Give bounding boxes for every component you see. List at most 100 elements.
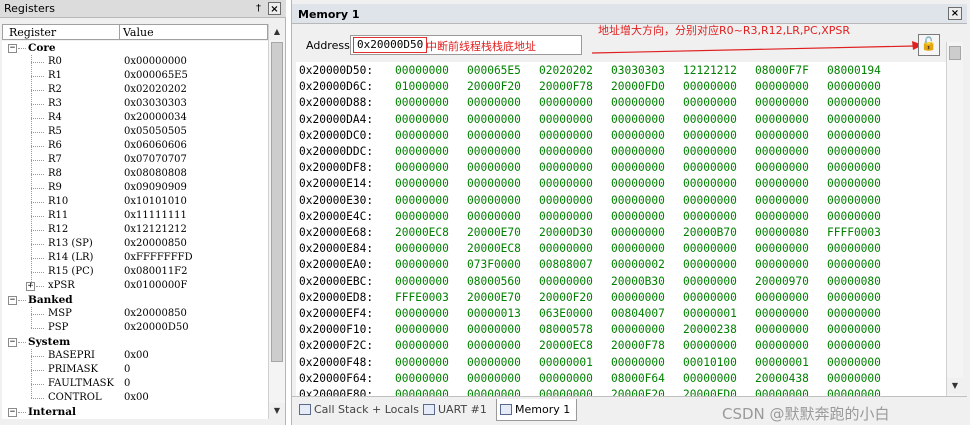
memory-word[interactable]: 00000000 [827,338,899,354]
register-value[interactable]: 0x12121212 [124,223,187,237]
memory-word[interactable]: 00000000 [467,209,539,225]
register-group[interactable]: − Internal [2,405,268,419]
registers-scroll-thumb[interactable] [271,42,283,362]
register-value[interactable]: 0x20000850 [124,307,187,321]
memory-word[interactable]: 063E0000 [539,306,611,322]
memory-word[interactable]: 00000000 [539,274,611,290]
register-value[interactable]: 0x07070707 [124,153,187,167]
scroll-down-arrow-icon[interactable]: ▼ [269,403,285,419]
memory-word[interactable]: 20000238 [683,322,755,338]
memory-word[interactable]: 00000000 [683,95,755,111]
memory-word[interactable]: 00000000 [683,209,755,225]
memory-word[interactable]: 00000000 [611,193,683,209]
collapse-toggle-icon[interactable]: − [8,44,17,53]
memory-word[interactable]: 00000000 [611,322,683,338]
memory-word[interactable]: 00000013 [467,306,539,322]
memory-word[interactable]: 00000000 [755,193,827,209]
memory-word[interactable]: 00000000 [395,371,467,387]
memory-word[interactable]: 00000000 [395,322,467,338]
memory-word[interactable]: 00000000 [755,338,827,354]
memory-word[interactable]: 00010100 [683,355,755,371]
memory-word[interactable]: 00000000 [539,193,611,209]
memory-word[interactable]: 20000FD0 [683,387,755,396]
memory-word[interactable]: 00000000 [395,274,467,290]
memory-word[interactable]: 00000000 [395,95,467,111]
memory-word[interactable]: 00000000 [827,160,899,176]
pin-icon[interactable]: † [252,2,265,15]
memory-view[interactable]: 0x20000D50: 00000000 000065E5 02020202 03030… [296,62,946,396]
memory-word[interactable]: 00000000 [827,95,899,111]
memory-word[interactable]: 00000000 [467,322,539,338]
memory-word[interactable]: 00000000 [611,225,683,241]
memory-word[interactable]: 00000000 [611,112,683,128]
register-row[interactable]: R7 0x07070707 [2,153,268,167]
memory-word[interactable]: 00000000 [755,112,827,128]
register-value[interactable]: 0x09090909 [124,181,187,195]
register-row[interactable]: R13 (SP) 0x20000850 [2,237,268,251]
memory-word[interactable]: 00000080 [827,274,899,290]
memory-word[interactable]: 00808007 [539,257,611,273]
memory-word[interactable]: 00000001 [683,306,755,322]
memory-word[interactable]: 02020202 [539,63,611,79]
memory-word[interactable]: 08000560 [467,274,539,290]
memory-word[interactable]: 00000000 [539,176,611,192]
memory-word[interactable]: 00000000 [683,241,755,257]
memory-word[interactable]: 20000F78 [611,338,683,354]
register-value[interactable]: 0x02020202 [124,83,187,97]
memory-word[interactable]: 20000F20 [467,79,539,95]
memory-word[interactable]: 20000438 [755,371,827,387]
memory-word[interactable]: 08000194 [827,63,899,79]
memory-word[interactable]: 00000000 [611,241,683,257]
memory-word[interactable]: 20000B70 [683,225,755,241]
memory-word[interactable]: 00000000 [827,209,899,225]
memory-word[interactable]: 00000000 [683,274,755,290]
register-value[interactable]: 0x0100000F [124,279,187,293]
memory-word[interactable]: 00000000 [539,128,611,144]
register-row[interactable]: R2 0x02020202 [2,83,268,97]
memory-word[interactable]: 00000000 [539,241,611,257]
memory-word[interactable]: 00000000 [395,144,467,160]
register-group[interactable]: − System [2,335,268,349]
register-value[interactable]: 0 [124,363,130,377]
memory-word[interactable]: 00000000 [683,160,755,176]
memory-word[interactable]: 00000000 [611,160,683,176]
register-row[interactable]: PRIMASK 0 [2,363,268,377]
memory-word[interactable]: 00000000 [611,355,683,371]
register-value[interactable]: 0 [124,377,130,391]
memory-word[interactable]: 00000000 [395,112,467,128]
memory-word[interactable]: 00000080 [755,225,827,241]
register-row[interactable]: R9 0x09090909 [2,181,268,195]
register-row[interactable]: R3 0x03030303 [2,97,268,111]
memory-word[interactable]: 00000000 [827,112,899,128]
memory-word[interactable]: 000065E5 [467,63,539,79]
register-row[interactable]: R10 0x10101010 [2,195,268,209]
collapse-toggle-icon[interactable]: − [8,338,17,347]
memory-word[interactable]: 00000000 [539,371,611,387]
register-value[interactable]: 0x00000000 [124,55,187,69]
tab-1[interactable]: UART #1 [420,399,487,421]
column-header-value[interactable]: Value [123,26,154,39]
register-value[interactable]: 0x10101010 [124,195,187,209]
register-value[interactable]: 0x00 [124,391,149,405]
memory-word[interactable]: 00000000 [683,290,755,306]
register-row[interactable]: CONTROL 0x00 [2,391,268,405]
memory-word[interactable]: 00000000 [827,257,899,273]
memory-word[interactable]: 20000EC8 [539,338,611,354]
memory-word[interactable]: 00000000 [827,176,899,192]
memory-word[interactable]: 00000000 [827,144,899,160]
register-value[interactable]: 0x08080808 [124,167,187,181]
register-value[interactable]: 0x20000850 [124,237,187,251]
register-row[interactable]: FAULTMASK 0 [2,377,268,391]
register-value[interactable]: 0x06060606 [124,139,187,153]
memory-word[interactable]: 00000000 [683,144,755,160]
memory-word[interactable]: 00000000 [467,144,539,160]
memory-word[interactable]: 00000000 [611,95,683,111]
register-row[interactable]: R1 0x000065E5 [2,69,268,83]
memory-word[interactable]: 00000000 [755,176,827,192]
memory-word[interactable]: 00000000 [467,112,539,128]
memory-word[interactable]: 20000F78 [539,79,611,95]
memory-word[interactable]: 00000000 [611,128,683,144]
memory-word[interactable]: 00000000 [467,193,539,209]
memory-word[interactable]: 00000000 [467,387,539,396]
memory-word[interactable]: 03030303 [611,63,683,79]
